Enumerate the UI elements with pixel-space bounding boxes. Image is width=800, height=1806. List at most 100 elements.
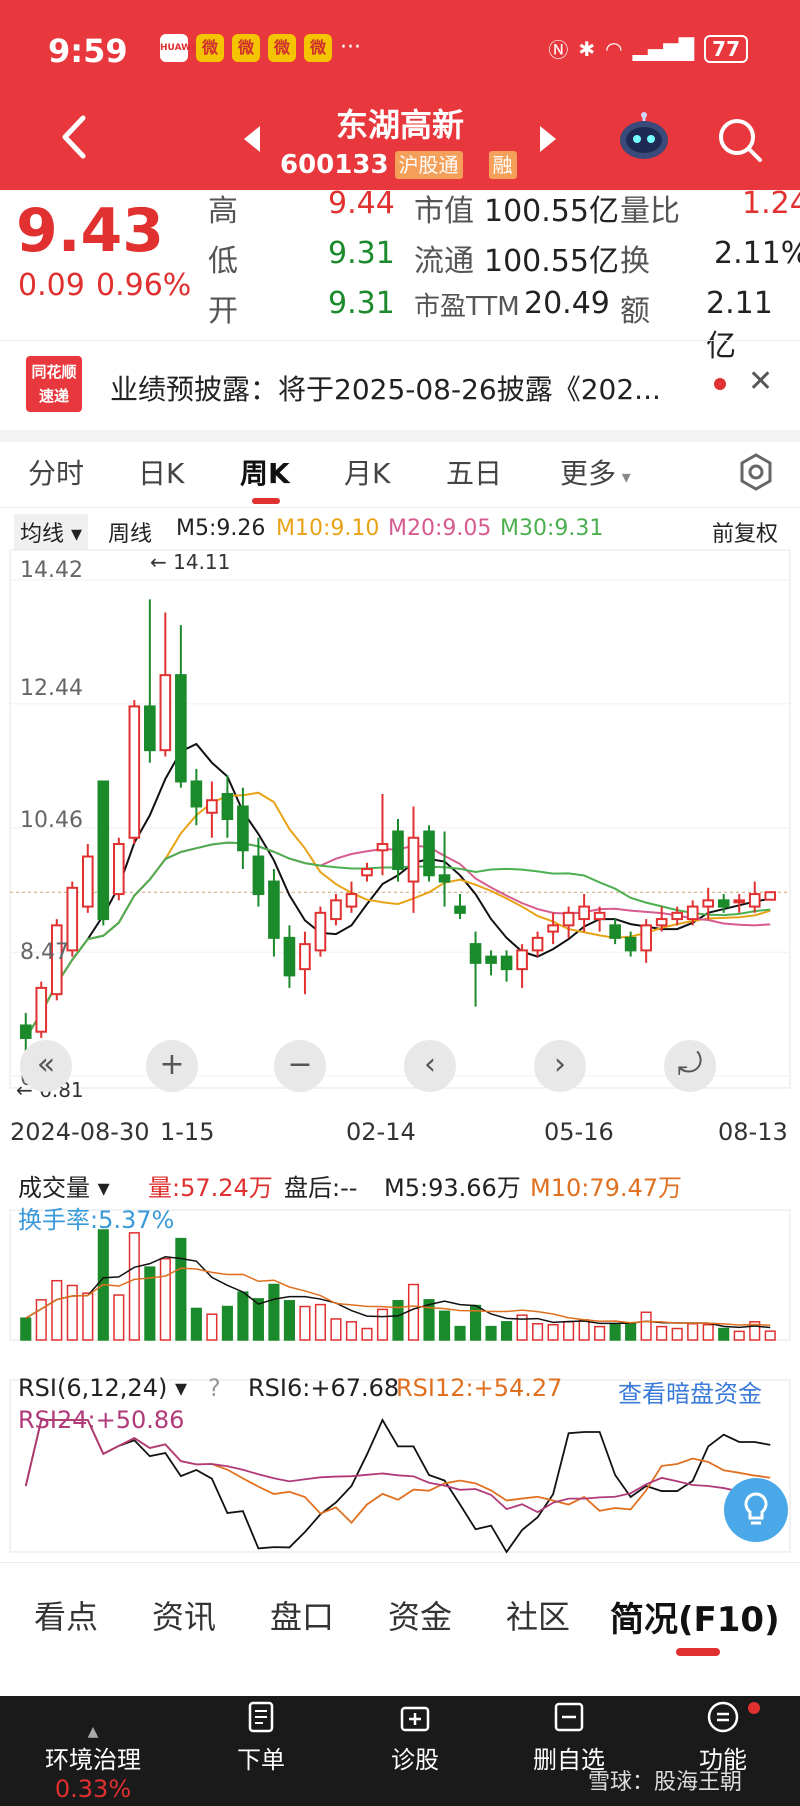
rsi-selector-label: RSI(6,12,24) [18,1374,168,1402]
zoom-out-button[interactable]: − [274,1040,326,1092]
volume-bar [702,1323,714,1341]
volume-bar [671,1327,683,1341]
help-icon[interactable]: ? [208,1374,221,1402]
current-price: 9.43 [16,196,165,266]
candle-body [268,880,280,939]
nav-diagnose[interactable]: 诊股 [340,1700,490,1775]
volume-bar [563,1321,575,1341]
tab-monthly-k[interactable]: 月K [344,452,390,492]
candle-body [190,780,203,808]
tab-community[interactable]: 社区 [506,1592,570,1638]
tab-more[interactable]: 更多 ▾ [560,452,631,492]
tab-funds[interactable]: 资金 [388,1592,452,1638]
document-icon [248,1701,274,1733]
candle-body [485,955,497,964]
zoom-in-button[interactable]: + [146,1040,198,1092]
candle-body [764,891,777,901]
candle-body [252,855,265,896]
candle-body [547,924,559,933]
date-label-5: 08-13 [718,1118,788,1146]
candle-body [624,936,637,952]
caret-up-icon: ▲ [87,1724,99,1740]
pe-label: 市盈TTM [414,292,520,322]
volume-bar [330,1318,342,1341]
scroll-right-button[interactable]: › [534,1040,586,1092]
section-divider [0,430,800,442]
volume-bar [159,1257,171,1341]
volume-bar [578,1319,590,1341]
volume-bar [206,1313,218,1341]
volume-bar [314,1303,327,1341]
signal-icon: ▂▄▆█ [632,36,695,61]
dark-pool-link[interactable]: 查看暗盘资金 [618,1374,762,1409]
tab-five-day[interactable]: 五日 [446,452,502,492]
volume-bar [268,1283,280,1341]
notice-unread-dot [714,378,726,390]
lightbulb-icon[interactable] [724,1478,788,1542]
volume-bar [640,1311,652,1341]
nav-sector-label: 环境治理 [45,1746,141,1774]
tab-weekly-k[interactable]: 周K [240,452,290,492]
tab-orderbook[interactable]: 盘口 [270,1592,334,1638]
nav-sector-pct: 0.33% [54,1775,132,1803]
close-icon[interactable]: ✕ [748,364,773,399]
volume-bar [175,1237,187,1341]
volume-bar [656,1325,668,1341]
ma5-value: M5:9.26 [176,516,266,541]
volume-ratio-label: 量比 [620,194,680,229]
watermark: 雪球：股海王朝 [588,1770,743,1795]
mcap-value: 100.55亿 [484,194,619,229]
tab-intraday[interactable]: 分时 [28,452,84,492]
rsi6-value: RSI6:+67.68 [248,1374,400,1402]
volume-bar [51,1279,63,1341]
candle-body [671,911,683,921]
float-label: 流通 [414,244,474,279]
turnover-label: 换 [620,244,650,279]
notice-text[interactable]: 业绩预披露：将于2025-08-26披露《202... [110,368,710,408]
tab-f10[interactable]: 简况(F10) [610,1592,780,1641]
tab-daily-k[interactable]: 日K [138,452,184,492]
rsi-lines [24,1418,771,1554]
tab-more-label: 更多 [560,457,617,490]
volume-bar [594,1325,606,1341]
status-bar: 9:59 HUAWEI 微 微 微 微 ··· Ⓝ ✱ ◠ ▂▄▆█ 77 [0,0,800,100]
reset-view-icon[interactable]: ⤾ [664,1040,716,1092]
volume-bar [190,1307,202,1341]
candle-body [578,905,590,921]
low-value: 9.31 [328,236,395,271]
float-value: 100.55亿 [484,244,619,279]
robot-assistant-icon[interactable] [616,112,672,162]
tab-highlights[interactable]: 看点 [34,1592,98,1638]
volume-bar [485,1325,497,1341]
date-label-1: 2024-08-30 [10,1118,150,1146]
volume-bar [82,1292,94,1341]
rsi-selector[interactable]: RSI(6,12,24) ▾ [18,1374,187,1402]
volume-bar [361,1327,373,1341]
volume-bar [718,1327,730,1341]
nav-order[interactable]: 下单 [186,1700,336,1775]
next-stock-icon[interactable] [540,126,556,152]
volume-m5: M5:93.66万 [384,1174,521,1202]
settings-icon[interactable] [736,452,776,492]
ma10-value: M10:9.10 [276,516,380,541]
volume-bar [20,1317,32,1341]
collapse-left-icon[interactable]: « [20,1040,72,1092]
nav-sector[interactable]: ▲ 环境治理 0.33% [18,1724,168,1803]
rsi12-value: RSI12:+54.27 [396,1374,563,1402]
volume-bar [609,1322,621,1341]
volume-selector[interactable]: 成交量 ▾ [18,1168,110,1203]
status-system-icons: Ⓝ ✱ ◠ ▂▄▆█ 77 [548,34,748,63]
candle-body [237,805,249,852]
scroll-left-button[interactable]: ‹ [404,1040,456,1092]
candle-body [361,868,373,877]
search-icon[interactable] [716,116,764,164]
candle-body [299,943,311,971]
volume-bar [113,1294,125,1341]
tab-news[interactable]: 资讯 [152,1592,216,1638]
candle-body [128,705,141,839]
minus-box-icon [554,1702,584,1732]
price-frame [9,549,791,1089]
logo-top-text: 同花顺 [31,363,77,381]
candle-body [640,924,652,952]
candle-body [438,874,451,883]
